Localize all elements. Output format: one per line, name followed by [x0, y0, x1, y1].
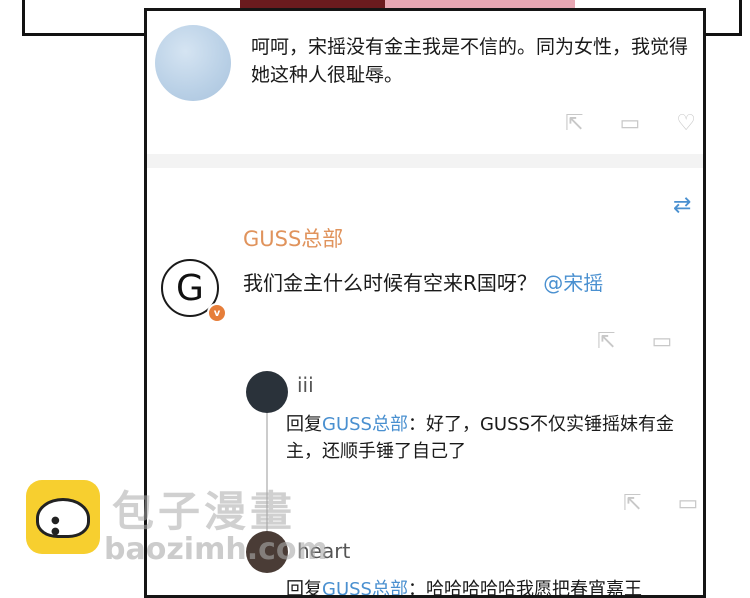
share-icon[interactable]: ⇱	[623, 491, 641, 516]
reply-prefix: 回复	[286, 414, 322, 435]
watermark-title: 包子漫畫	[112, 487, 297, 536]
watermark-url: baozimh.com	[104, 532, 328, 567]
comment-icon[interactable]: ▭	[651, 329, 672, 354]
reply-username[interactable]: iii	[297, 373, 314, 397]
reply-actions: ⇱ ▭	[623, 491, 698, 516]
avatar[interactable]	[155, 25, 231, 101]
bun-icon: ● ●	[36, 498, 90, 538]
watermark-logo-icon: ● ●	[26, 480, 100, 554]
bun-eyes-icon: ● ●	[51, 515, 66, 537]
comment-body: 我们金主什么时候有空来R国呀？	[243, 271, 537, 295]
section-divider	[147, 154, 703, 168]
reply-body: ：哈哈哈哈哈我愿把春宵嘉王	[407, 579, 642, 598]
like-icon[interactable]: ♡	[676, 111, 696, 136]
comment-text: 呵呵，宋摇没有金主我是不信的。同为女性，我觉得她这种人很耻辱。	[251, 36, 689, 86]
verified-badge: v	[207, 303, 227, 323]
username[interactable]: GUSS总部	[243, 223, 343, 253]
comment-text: 我们金主什么时候有空来R国呀？ @宋摇	[243, 267, 603, 296]
comment-actions: ⇱ ▭	[597, 329, 672, 354]
reply-prefix: 回复	[286, 579, 322, 598]
reply-to-link[interactable]: GUSS总部	[322, 579, 408, 595]
share-icon[interactable]: ⇱	[597, 329, 615, 354]
comment-icon[interactable]: ▭	[619, 111, 640, 136]
avatar[interactable]	[246, 371, 288, 413]
share-icon[interactable]: ⇱	[565, 111, 583, 136]
reply-to-link[interactable]: GUSS总部	[322, 414, 408, 435]
comment-actions: ⇱ ▭ ♡	[565, 111, 696, 136]
sort-icon[interactable]: ⇄	[673, 193, 691, 218]
reply-text: 回复GUSS总部：哈哈哈哈哈我愿把春宵嘉王	[286, 576, 703, 598]
comment-icon[interactable]: ▭	[677, 491, 698, 516]
mention-link[interactable]: @宋摇	[543, 271, 603, 295]
reply-text: 回复GUSS总部：好了，GUSS不仅实锤摇妹有金主，还顺手锤了自己了	[286, 411, 703, 465]
